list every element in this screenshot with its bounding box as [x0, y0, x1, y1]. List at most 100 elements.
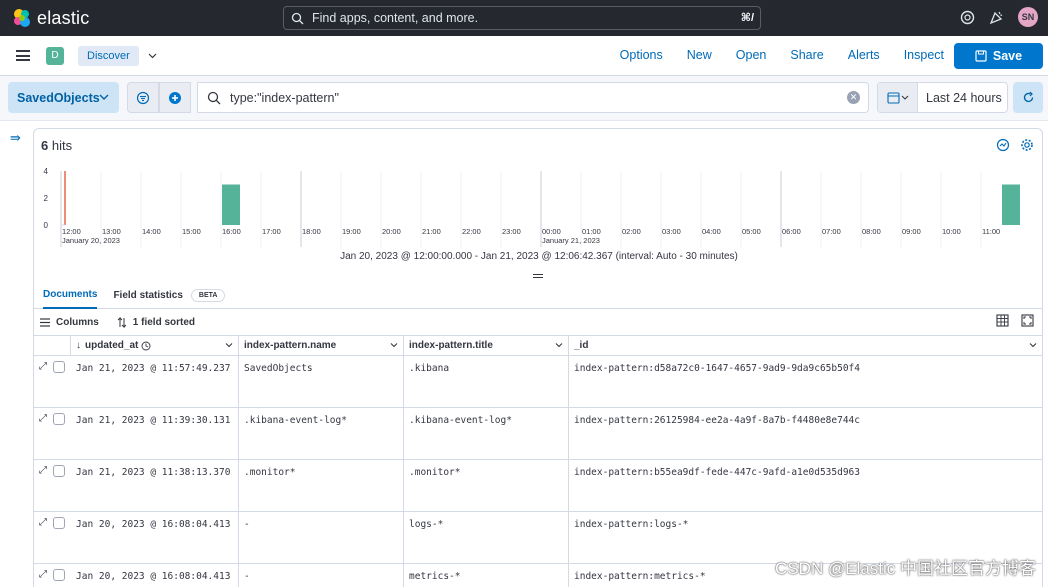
cell-id: index-pattern:26125984-ee2a-4a9f-8a7b-f4… — [574, 415, 860, 426]
query-bar: SavedObjects type:"index-pattern" ✕ Last… — [0, 76, 1048, 121]
clear-query-icon[interactable]: ✕ — [847, 91, 860, 104]
expand-sidebar-icon[interactable]: ⇛ — [10, 130, 21, 146]
x-date-label: January 20, 2023 — [62, 236, 120, 245]
x-tick-label: 18:00 — [302, 227, 321, 236]
control-column-header — [34, 336, 71, 355]
tab-documents[interactable]: Documents — [43, 282, 98, 309]
elastic-logo-icon — [14, 9, 30, 27]
refresh-button[interactable] — [1013, 82, 1043, 113]
table-density-icon[interactable] — [996, 314, 1009, 327]
cell-id: index-pattern:b55ea9df-fede-447c-9afd-a1… — [574, 467, 860, 478]
cell-updated-at: Jan 21, 2023 @ 11:38:13.370 — [71, 460, 239, 511]
row-checkbox[interactable] — [53, 413, 65, 425]
list-icon — [40, 317, 50, 327]
breadcrumb-discover[interactable]: Discover — [78, 45, 139, 66]
data-view-picker[interactable]: SavedObjects — [8, 82, 119, 113]
histogram-chart[interactable]: 4 2 0 12:00 13:00 14:00 15:00 16:00 17:00 18:00 19… — [34, 161, 1042, 251]
menu-toggle-icon[interactable] — [16, 48, 30, 64]
cell-index-pattern-title: .kibana — [404, 356, 569, 407]
row-checkbox[interactable] — [53, 361, 65, 373]
fullscreen-icon[interactable] — [1021, 314, 1034, 327]
expand-row-icon[interactable]: ⤢ — [39, 413, 47, 424]
quick-menu-button[interactable] — [878, 83, 918, 112]
help-icon[interactable] — [960, 10, 975, 25]
x-tick-label: 10:00 — [942, 227, 961, 236]
expand-row-icon[interactable]: ⤢ — [39, 361, 47, 372]
inspect-link[interactable]: Inspect — [904, 48, 944, 62]
expand-row-icon[interactable]: ⤢ — [39, 569, 47, 580]
x-tick-label: 12:00 — [62, 227, 81, 236]
x-tick-label: 15:00 — [182, 227, 201, 236]
column-header-id[interactable]: _id — [569, 336, 1042, 355]
new-link[interactable]: New — [687, 48, 712, 62]
column-label: index-pattern.name — [244, 340, 337, 351]
global-search-input[interactable]: Find apps, content, and more. ⌘/ — [283, 6, 761, 30]
x-tick-label: 08:00 — [862, 227, 881, 236]
clock-icon — [141, 341, 151, 350]
column-label: index-pattern.title — [409, 340, 493, 351]
x-tick-label: 09:00 — [902, 227, 921, 236]
x-tick-label: 17:00 — [262, 227, 281, 236]
documents-table: ↓ updated_at index-pattern.name index-pa… — [34, 335, 1042, 587]
row-checkbox[interactable] — [53, 465, 65, 477]
kql-query-input[interactable]: type:"index-pattern" ✕ — [197, 82, 869, 113]
save-button[interactable]: Save — [954, 43, 1043, 69]
columns-button[interactable]: Columns — [40, 317, 99, 328]
column-header-updated-at[interactable]: ↓ updated_at — [71, 336, 239, 355]
chevron-down-icon[interactable] — [554, 340, 564, 350]
news-feed-icon[interactable] — [989, 10, 1004, 25]
search-icon — [291, 12, 304, 24]
x-tick-label: 22:00 — [462, 227, 481, 236]
chevron-down-icon[interactable] — [389, 340, 399, 350]
row-checkbox[interactable] — [53, 517, 65, 529]
add-filter-button[interactable] — [159, 82, 191, 113]
resize-handle[interactable] — [533, 272, 543, 280]
reset-chart-icon[interactable] — [996, 138, 1010, 152]
table-row[interactable]: ⤢ Jan 21, 2023 @ 11:57:49.237 SavedObjec… — [34, 356, 1042, 408]
row-checkbox[interactable] — [53, 569, 65, 581]
x-tick-label: 20:00 — [382, 227, 401, 236]
user-avatar[interactable]: SN — [1018, 7, 1038, 27]
column-header-index-pattern-name[interactable]: index-pattern.name — [239, 336, 404, 355]
time-range-label: Last 24 hours — [926, 90, 1002, 105]
data-view-name: SavedObjects — [17, 90, 100, 105]
column-header-index-pattern-title[interactable]: index-pattern.title — [404, 336, 569, 355]
x-tick-label: 11:00 — [982, 227, 1000, 236]
share-link[interactable]: Share — [790, 48, 823, 62]
row-controls: ⤢ — [34, 512, 71, 563]
row-controls: ⤢ — [34, 356, 71, 407]
options-link[interactable]: Options — [620, 48, 663, 62]
chevron-down-icon[interactable] — [1028, 340, 1038, 350]
open-link[interactable]: Open — [736, 48, 767, 62]
table-row[interactable]: ⤢ Jan 21, 2023 @ 11:39:30.131 .kibana-ev… — [34, 408, 1042, 460]
chevron-down-icon[interactable] — [224, 340, 234, 350]
sort-desc-icon: ↓ — [76, 340, 81, 351]
x-tick-label: 16:00 — [222, 227, 241, 236]
x-tick-label: 03:00 — [662, 227, 681, 236]
gear-icon[interactable] — [1020, 138, 1034, 152]
cell-index-pattern-name: - — [239, 564, 404, 587]
x-tick-label: 07:00 — [822, 227, 841, 236]
chevron-down-icon[interactable] — [147, 50, 158, 61]
x-tick-label: 13:00 — [102, 227, 121, 236]
save-icon — [975, 50, 987, 62]
tab-field-statistics[interactable]: Field statistics — [113, 282, 182, 309]
cell-index-pattern-title: metrics-* — [404, 564, 569, 587]
space-avatar[interactable]: D — [46, 46, 64, 65]
expand-row-icon[interactable]: ⤢ — [39, 465, 47, 476]
y-tick-label: 4 — [44, 167, 49, 176]
global-header: elastic Find apps, content, and more. ⌘/… — [0, 0, 1048, 36]
interval-caption: Jan 20, 2023 @ 12:00:00.000 - Jan 21, 20… — [340, 251, 738, 262]
sort-button[interactable]: 1 field sorted — [117, 316, 195, 328]
cell-index-pattern-title: logs-* — [404, 512, 569, 563]
cell-index-pattern-title: .monitor* — [404, 460, 569, 511]
table-row[interactable]: ⤢ Jan 21, 2023 @ 11:38:13.370 .monitor* … — [34, 460, 1042, 512]
hits-counter: 6 hits — [41, 138, 72, 153]
filter-menu-button[interactable] — [127, 82, 159, 113]
x-tick-label: 21:00 — [422, 227, 441, 236]
chevron-down-icon — [99, 94, 109, 100]
expand-row-icon[interactable]: ⤢ — [39, 517, 47, 528]
alerts-link[interactable]: Alerts — [848, 48, 880, 62]
elastic-logo[interactable]: elastic — [12, 8, 89, 29]
date-picker[interactable]: Last 24 hours — [877, 82, 1008, 113]
